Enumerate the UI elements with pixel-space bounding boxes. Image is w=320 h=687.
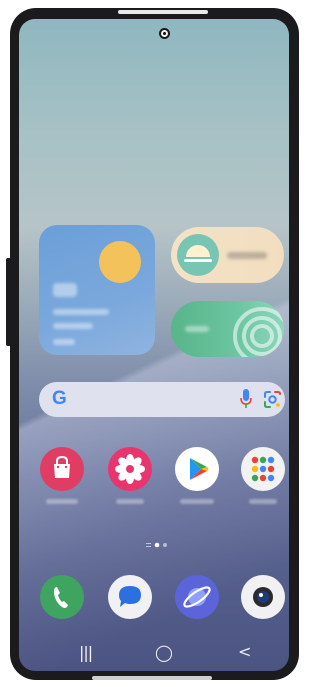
shopping-bag-icon [54, 455, 70, 478]
weather-temperature-blurred [53, 283, 77, 297]
flower-icon [115, 454, 145, 484]
planet-icon [183, 586, 211, 608]
gallery-app[interactable] [108, 447, 152, 491]
app-folder-icon [251, 456, 275, 482]
play-store-app[interactable] [175, 447, 219, 491]
weather-detail-blurred [53, 323, 93, 329]
message-bubble-icon [119, 586, 141, 607]
app-label-blurred [116, 499, 144, 504]
camera-app[interactable] [241, 575, 285, 619]
sunrise-time-blurred [227, 252, 267, 259]
camera-lens-icon [253, 587, 273, 607]
recents-button[interactable]: ||| [79, 645, 93, 661]
play-triangle-icon [190, 458, 209, 480]
phone-app[interactable] [40, 575, 84, 619]
home-button[interactable]: ◯ [155, 645, 173, 661]
google-folder[interactable] [241, 447, 285, 491]
galaxy-store-app[interactable] [40, 447, 84, 491]
health-widget[interactable] [171, 301, 284, 357]
phone-handset-icon [54, 587, 68, 608]
page-indicator [146, 542, 167, 548]
messages-app[interactable] [108, 575, 152, 619]
weather-detail-blurred [53, 309, 109, 315]
home-screen: G ||| ◯ < [19, 19, 289, 671]
app-label-blurred [46, 499, 78, 504]
search-bar[interactable]: G [39, 382, 285, 417]
sunrise-widget[interactable] [171, 227, 284, 283]
hinge-bottom [92, 676, 212, 680]
sunrise-icon [177, 234, 219, 276]
navigation-bar: ||| ◯ < [19, 641, 289, 665]
weather-location-blurred [53, 339, 75, 345]
microphone-icon[interactable] [240, 389, 252, 409]
internet-app[interactable] [175, 575, 219, 619]
front-camera-icon [159, 28, 170, 39]
sun-icon [99, 241, 141, 283]
side-key [6, 258, 10, 346]
activity-ring-core [250, 324, 274, 348]
back-button[interactable]: < [238, 644, 251, 660]
weather-widget[interactable] [39, 225, 155, 355]
health-label-blurred [185, 326, 209, 332]
google-logo-icon: G [52, 388, 67, 409]
hinge-top [118, 10, 208, 14]
app-label-blurred [180, 499, 214, 504]
app-label-blurred [249, 499, 277, 504]
lens-icon[interactable] [263, 390, 282, 409]
